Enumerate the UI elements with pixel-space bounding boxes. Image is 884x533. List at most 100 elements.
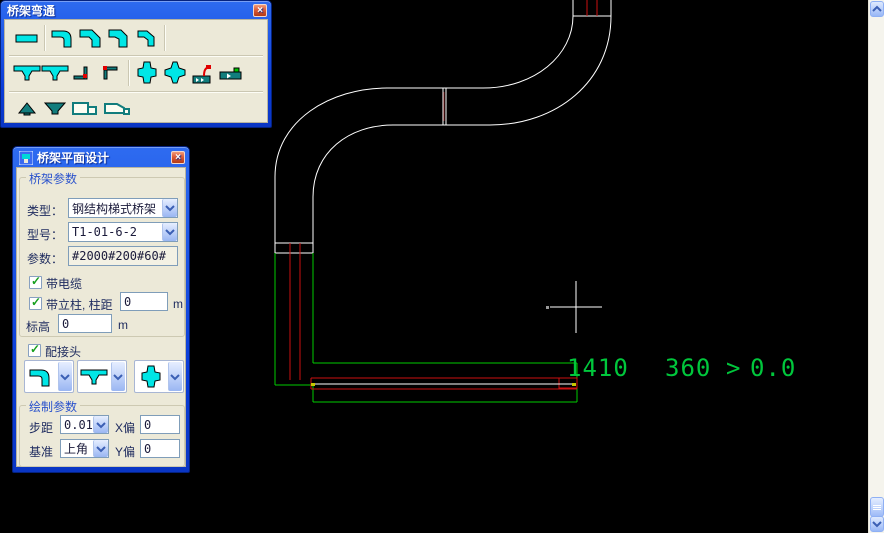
tray-s-curve (275, 16, 611, 253)
param-field[interactable] (68, 246, 178, 266)
tee-icon[interactable] (13, 60, 41, 86)
datum-label: 基准 (29, 443, 53, 460)
tee-fitting-button[interactable] (77, 360, 127, 393)
app-root: 1410 360 > 0.0 桥架弯通 × (0, 0, 884, 533)
model-combobox-value: T1-01-6-2 (69, 225, 162, 239)
type-combobox-value: 钢结构梯式桥架 (69, 200, 162, 217)
straight-tray-icon[interactable] (13, 25, 41, 51)
chevron-down-icon[interactable] (93, 440, 108, 457)
bend-toolbar-window: 桥架弯通 × (0, 0, 272, 128)
x-offset-label: X偏 (115, 419, 135, 436)
tray-top-stub (573, 0, 611, 16)
elbow-fitting-button[interactable] (24, 360, 74, 393)
chevron-down-icon[interactable] (58, 362, 72, 391)
toolbar-separator (164, 25, 166, 51)
chevron-down-icon (871, 519, 883, 529)
step-combobox[interactable]: 0.01 (60, 415, 109, 434)
dimension-value-1: 1410 (567, 355, 629, 381)
vertical-scrollbar[interactable] (868, 0, 884, 533)
cable-red-lines (290, 243, 577, 389)
cable-checkbox[interactable]: ✓ (29, 276, 42, 289)
cross-alt-icon[interactable] (161, 60, 189, 86)
tray-down-icon[interactable] (41, 96, 69, 122)
dialog-titlebar[interactable]: 桥架平面设计 × (16, 147, 186, 167)
snap-mark-left (311, 383, 315, 386)
tray-params-group-label: 桥架参数 (26, 170, 80, 187)
close-icon[interactable]: × (253, 4, 267, 17)
dialog-title: 桥架平面设计 (37, 149, 109, 166)
datum-combobox-value: 上角 (61, 440, 93, 457)
cable-checkbox-label: 带电缆 (46, 275, 82, 292)
chevron-up-icon (871, 4, 883, 14)
cursor-dot (546, 306, 549, 309)
check-icon: ✓ (31, 295, 41, 309)
elevation-unit-label: m (118, 318, 128, 332)
check-icon: ✓ (30, 342, 40, 356)
scroll-down-button[interactable] (870, 516, 884, 532)
bend-toolbar-body (4, 19, 268, 123)
reducer-rect-icon[interactable] (69, 96, 101, 122)
snap-mark-right (572, 383, 576, 386)
dialog-app-icon (19, 151, 33, 165)
scroll-up-button[interactable] (870, 1, 884, 17)
toolbar-row-divider (9, 55, 263, 57)
riser-down-icon[interactable] (69, 60, 97, 86)
model-combobox[interactable]: T1-01-6-2 (68, 222, 178, 242)
dimension-value-3: 0.0 (750, 355, 796, 381)
dimension-value-2: 360 (665, 355, 711, 381)
column-spacing-field[interactable] (120, 292, 168, 311)
elbow-miter-large-icon[interactable] (77, 25, 105, 51)
tray-params-group: 桥架参数 类型： 钢结构梯式桥架 型号： T1-01-6-2 参数： ✓ 带电缆… (19, 177, 185, 337)
model-label: 型号： (27, 226, 63, 243)
horizontal-reducer-icon[interactable] (217, 60, 245, 86)
cross-icon (135, 361, 167, 392)
reducer-trapezoid-icon[interactable] (101, 96, 133, 122)
fitting-checkbox-label: 配接头 (45, 343, 81, 360)
elbow-miter-small-icon[interactable] (133, 25, 161, 51)
chevron-down-icon[interactable] (162, 199, 177, 217)
elbow-square-icon[interactable] (105, 25, 133, 51)
chevron-down-icon[interactable] (168, 362, 182, 391)
type-combobox[interactable]: 钢结构梯式桥架 (68, 198, 178, 218)
check-icon: ✓ (31, 274, 41, 288)
elevation-label: 标高 (26, 318, 50, 335)
draw-params-group: 绘制参数 步距 0.01 X偏 基准 上角 Y偏 (19, 405, 185, 467)
crosshair-cursor (550, 281, 602, 333)
scrollbar-thumb[interactable] (870, 497, 884, 517)
tee-alt-icon[interactable] (41, 60, 69, 86)
y-offset-label: Y偏 (115, 443, 135, 460)
chevron-down-icon[interactable] (111, 362, 125, 391)
toolbar-separator (44, 25, 46, 51)
y-offset-field[interactable] (140, 439, 180, 458)
step-label: 步距 (29, 419, 53, 436)
fitting-checkbox[interactable]: ✓ (28, 344, 41, 357)
step-combobox-value: 0.01 (61, 418, 93, 432)
chevron-down-icon[interactable] (93, 416, 108, 433)
vertical-bend-icon[interactable] (189, 60, 217, 86)
tee-icon (78, 361, 110, 392)
toolbar-row-divider (9, 91, 263, 93)
draw-params-group-label: 绘制参数 (26, 398, 80, 415)
datum-combobox[interactable]: 上角 (60, 439, 109, 458)
bend-toolbar-title: 桥架弯通 (7, 2, 55, 19)
chevron-down-icon[interactable] (162, 223, 177, 241)
riser-up-icon[interactable] (97, 60, 125, 86)
close-icon[interactable]: × (171, 151, 185, 164)
type-label: 类型： (27, 202, 63, 219)
dimension-separator: > (726, 355, 741, 381)
param-label: 参数： (27, 250, 63, 267)
bend-toolbar-titlebar[interactable]: 桥架弯通 × (4, 1, 268, 19)
column-checkbox[interactable]: ✓ (29, 297, 42, 310)
toolbar-separator (128, 60, 130, 86)
tray-l-green (275, 253, 577, 402)
column-unit-label: m (173, 297, 183, 311)
cross-fitting-button[interactable] (134, 360, 184, 393)
tray-up-icon[interactable] (13, 96, 41, 122)
dialog-body: 桥架参数 类型： 钢结构梯式桥架 型号： T1-01-6-2 参数： ✓ 带电缆… (16, 167, 186, 467)
elbow-curve-icon[interactable] (49, 25, 77, 51)
tray-design-dialog: 桥架平面设计 × 桥架参数 类型： 钢结构梯式桥架 型号： T1-01-6-2 … (12, 146, 190, 473)
elbow-curve-icon (25, 361, 57, 392)
x-offset-field[interactable] (140, 415, 180, 434)
cross-icon[interactable] (133, 60, 161, 86)
elevation-field[interactable] (58, 314, 112, 333)
